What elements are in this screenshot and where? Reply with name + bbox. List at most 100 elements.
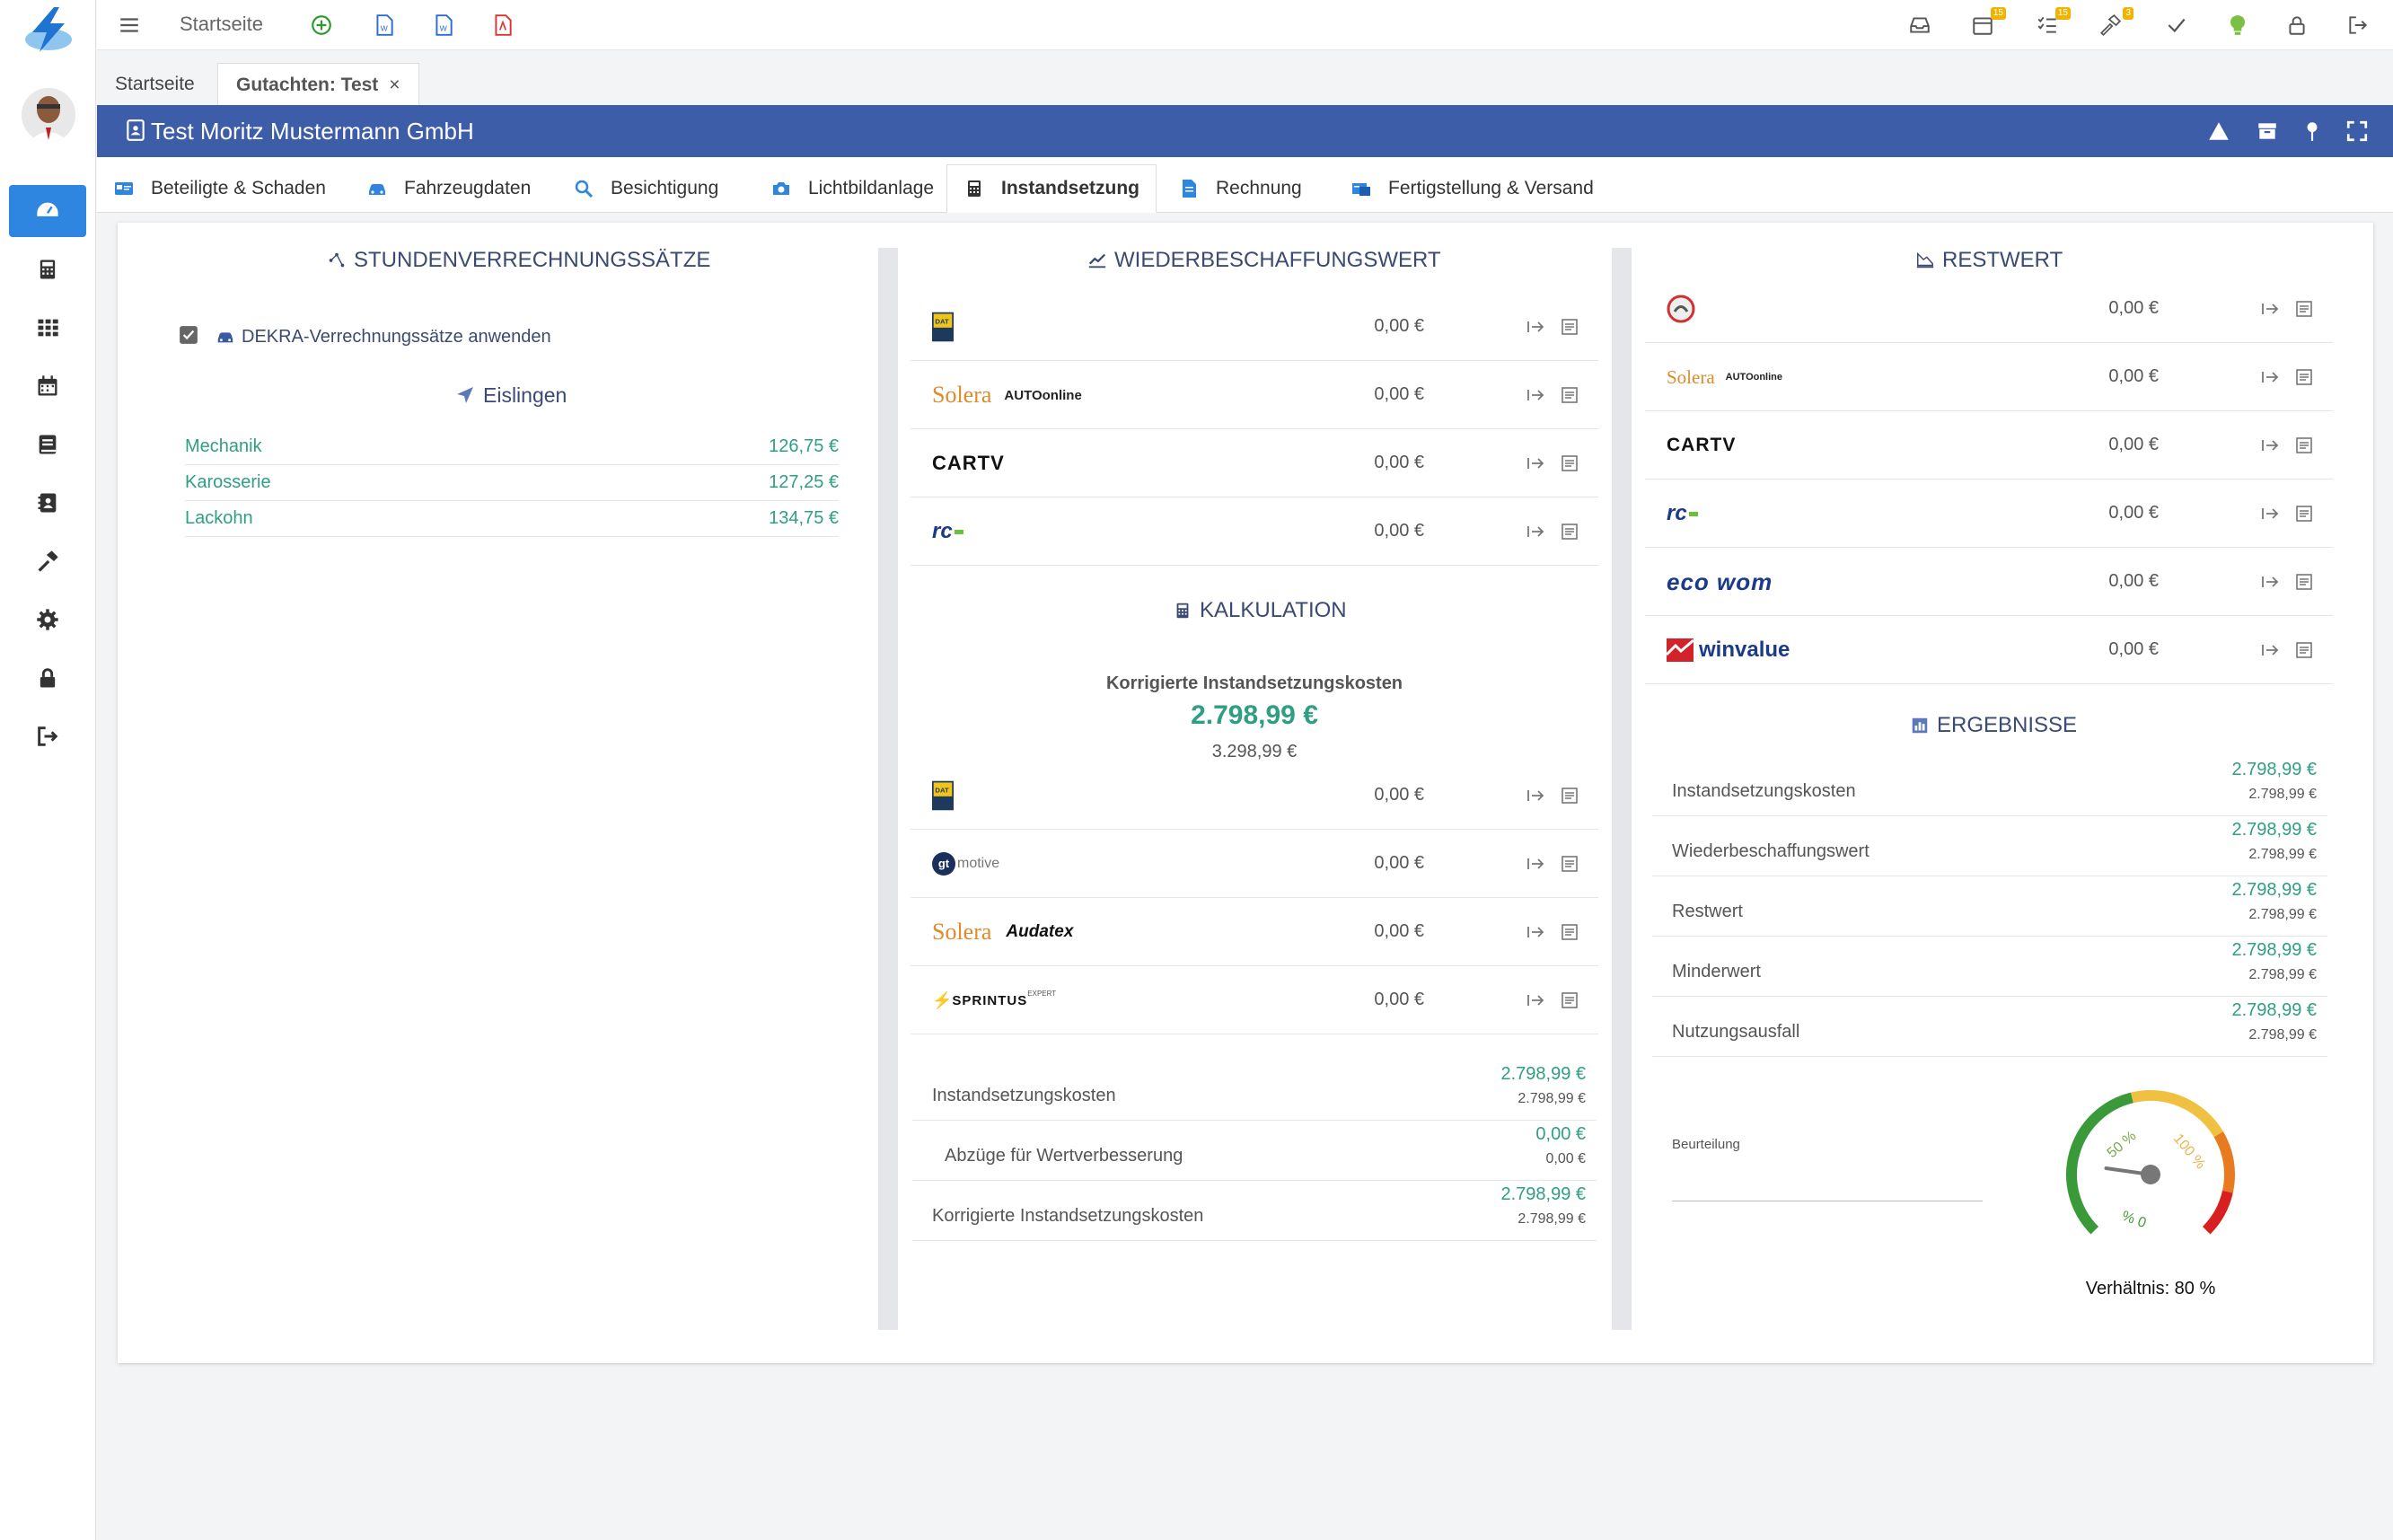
import-icon[interactable] bbox=[2259, 298, 2281, 320]
tab-besichtigung[interactable]: Besichtigung bbox=[557, 164, 735, 213]
import-icon[interactable] bbox=[2259, 503, 2281, 524]
details-icon[interactable] bbox=[2293, 639, 2315, 661]
import-icon[interactable] bbox=[1525, 785, 1546, 806]
details-icon[interactable] bbox=[1559, 990, 1580, 1011]
details-icon[interactable] bbox=[2293, 366, 2315, 388]
tab-lichtbildanlage[interactable]: Lichtbildanlage bbox=[754, 164, 950, 213]
location-arrow-icon bbox=[457, 387, 473, 403]
tab-label: Besichtigung bbox=[611, 178, 719, 198]
word-document-icon[interactable]: W bbox=[370, 11, 399, 40]
gt-motive-logo: gt motive bbox=[932, 842, 999, 885]
sidebar-item-calculator[interactable] bbox=[9, 243, 86, 295]
import-icon[interactable] bbox=[2259, 571, 2281, 593]
details-icon[interactable] bbox=[2293, 298, 2315, 320]
sidebar-item-logout[interactable] bbox=[9, 710, 86, 762]
tools-badge: 3 bbox=[2123, 7, 2133, 20]
tab-rechnung[interactable]: Rechnung bbox=[1162, 164, 1318, 213]
import-icon[interactable] bbox=[1525, 921, 1546, 943]
pdf-document-icon[interactable] bbox=[488, 11, 517, 40]
sidebar-item-settings[interactable] bbox=[9, 594, 86, 646]
provider-value: 0,00 € bbox=[1374, 316, 1424, 336]
sidebar-item-contacts[interactable] bbox=[9, 477, 86, 529]
import-icon[interactable] bbox=[1525, 853, 1546, 875]
doc-tab-gutachten[interactable]: Gutachten: Test × bbox=[217, 63, 419, 106]
provider-value: 0,00 € bbox=[1374, 453, 1424, 472]
import-icon[interactable] bbox=[1525, 316, 1546, 338]
area-chart-icon bbox=[1916, 251, 1934, 268]
checkmark-icon bbox=[180, 327, 197, 343]
bar-chart-icon bbox=[1912, 717, 1928, 734]
home-link[interactable]: Startseite bbox=[180, 13, 263, 36]
sidebar-item-dashboard[interactable] bbox=[9, 185, 86, 237]
top-bar: Startseite W W 15 15 3 bbox=[97, 0, 2393, 50]
sidebar-item-lock[interactable] bbox=[9, 652, 86, 704]
cartv-logo: CARTV bbox=[932, 452, 1005, 474]
doc-tab-startseite[interactable]: Startseite bbox=[97, 63, 213, 106]
details-icon[interactable] bbox=[1559, 853, 1580, 875]
add-icon[interactable] bbox=[307, 11, 336, 40]
beurteilung-input[interactable] bbox=[1672, 1158, 1983, 1201]
logout-icon-top[interactable] bbox=[2344, 11, 2372, 40]
result-label: Instandsetzungskosten bbox=[1672, 781, 1856, 801]
details-icon[interactable] bbox=[1559, 453, 1580, 474]
details-icon[interactable] bbox=[2293, 571, 2315, 593]
logout-icon bbox=[38, 726, 58, 746]
menu-icon[interactable] bbox=[115, 11, 144, 40]
details-icon[interactable] bbox=[1559, 384, 1580, 406]
summary-value: 2.798,99 € bbox=[1500, 1184, 1586, 1204]
lock-icon-top[interactable] bbox=[2283, 11, 2311, 40]
tab-beteiligte-schaden[interactable]: Beteiligte & Schaden bbox=[97, 164, 342, 213]
provider-value: 0,00 € bbox=[2108, 639, 2159, 659]
app-logo[interactable] bbox=[20, 5, 77, 54]
result-label: Restwert bbox=[1672, 902, 1743, 921]
sidebar-item-apps[interactable] bbox=[9, 302, 86, 354]
close-tab-icon[interactable]: × bbox=[389, 75, 400, 96]
tasks-icon[interactable]: 15 bbox=[2033, 7, 2071, 40]
user-avatar[interactable] bbox=[22, 88, 75, 142]
fullscreen-icon[interactable] bbox=[2345, 119, 2369, 143]
calendar-badge-icon[interactable]: 15 bbox=[1968, 7, 2006, 40]
sidebar-item-calendar[interactable] bbox=[9, 360, 86, 412]
kalk-main-value: 2.798,99 € bbox=[1191, 700, 1318, 730]
nodes-icon bbox=[329, 252, 345, 268]
tools-icon[interactable]: 3 bbox=[2096, 7, 2133, 40]
details-icon[interactable] bbox=[2293, 503, 2315, 524]
grid-icon bbox=[38, 319, 58, 337]
inbox-icon[interactable] bbox=[1905, 11, 1934, 40]
result-value: 2.798,99 € bbox=[2231, 820, 2317, 840]
summary-row: Abzüge für Wertverbesserung 0,00 € 0,00 … bbox=[912, 1121, 1597, 1181]
wbw-row-autoonline: Solera AUTOonline 0,00 € bbox=[911, 361, 1598, 429]
details-icon[interactable] bbox=[1559, 785, 1580, 806]
details-icon[interactable] bbox=[2293, 435, 2315, 456]
rate-label: Lackohn bbox=[185, 508, 253, 528]
sidebar-item-tools[interactable] bbox=[9, 535, 86, 587]
import-icon[interactable] bbox=[1525, 453, 1546, 474]
check-icon[interactable] bbox=[2162, 11, 2191, 40]
doc-tab-label: Startseite bbox=[115, 74, 195, 94]
svg-text:W: W bbox=[440, 24, 448, 33]
word-document-icon-2[interactable]: W bbox=[429, 11, 458, 40]
lock-icon bbox=[40, 668, 56, 688]
result-subvalue: 2.798,99 € bbox=[2248, 787, 2317, 802]
pin-icon[interactable] bbox=[2301, 119, 2324, 143]
warning-icon[interactable] bbox=[2207, 119, 2230, 143]
location-label: Eislingen bbox=[483, 383, 567, 407]
import-icon[interactable] bbox=[1525, 521, 1546, 542]
sidebar-item-book[interactable] bbox=[9, 418, 86, 471]
import-icon[interactable] bbox=[1525, 990, 1546, 1011]
tab-fertigstellung-versand[interactable]: Fertigstellung & Versand bbox=[1334, 164, 1610, 213]
import-icon[interactable] bbox=[1525, 384, 1546, 406]
import-icon[interactable] bbox=[2259, 639, 2281, 661]
tab-fahrzeugdaten[interactable]: Fahrzeugdaten bbox=[350, 164, 547, 213]
import-icon[interactable] bbox=[2259, 435, 2281, 456]
details-icon[interactable] bbox=[1559, 921, 1580, 943]
dekra-checkbox[interactable] bbox=[180, 326, 198, 344]
tab-label: Rechnung bbox=[1216, 178, 1302, 198]
import-icon[interactable] bbox=[2259, 366, 2281, 388]
details-icon[interactable] bbox=[1559, 316, 1580, 338]
archive-icon[interactable] bbox=[2256, 119, 2279, 143]
lightbulb-icon[interactable] bbox=[2223, 11, 2252, 40]
details-icon[interactable] bbox=[1559, 521, 1580, 542]
tab-instandsetzung[interactable]: Instandsetzung bbox=[946, 164, 1157, 213]
gauge-arc-segment bbox=[2202, 1190, 2233, 1235]
